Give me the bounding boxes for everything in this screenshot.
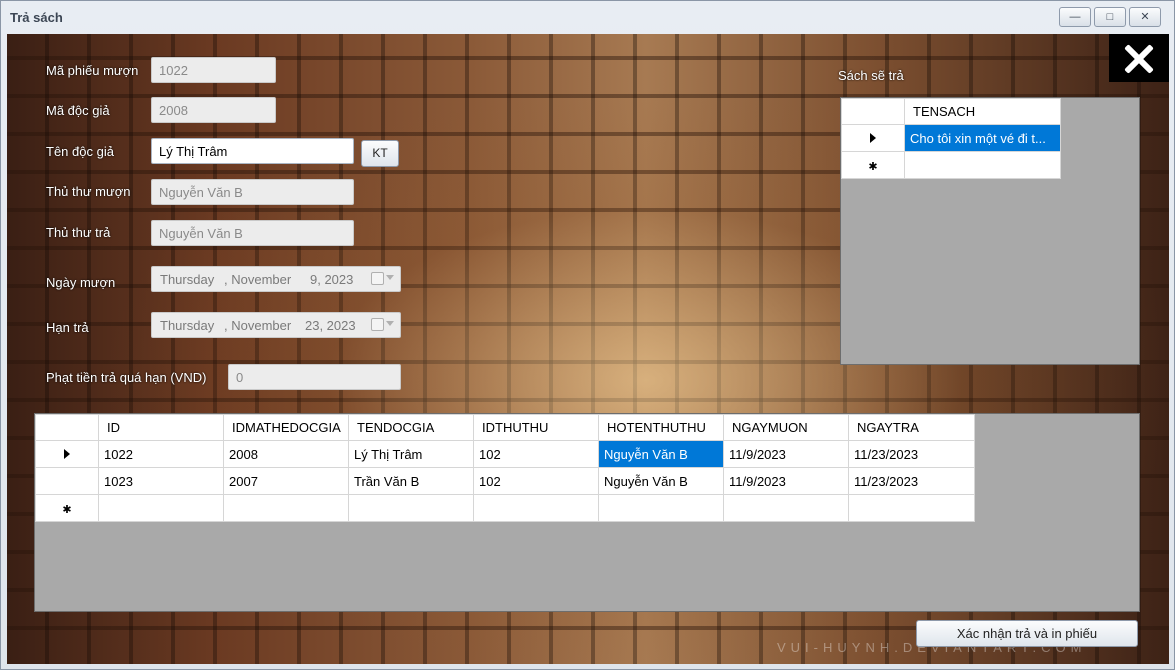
- empty-cell[interactable]: [98, 494, 224, 522]
- kt-button[interactable]: KT: [361, 140, 399, 167]
- ngay-muon-day-year: 9, 2023: [310, 272, 354, 287]
- column-header-ngaytra[interactable]: NGAYTRA: [848, 414, 975, 441]
- table-cell[interactable]: Nguyễn Văn B: [598, 467, 724, 495]
- column-header-hotenthuthu[interactable]: HOTENTHUTHU: [598, 414, 724, 441]
- empty-cell[interactable]: [848, 494, 975, 522]
- table-cell[interactable]: 2007: [223, 467, 349, 495]
- book-title-cell[interactable]: Cho tôi xin một vé đi t...: [904, 124, 1061, 152]
- table-cell[interactable]: 11/9/2023: [723, 467, 849, 495]
- empty-cell[interactable]: [904, 151, 1061, 179]
- row-selector[interactable]: [35, 467, 99, 495]
- close-window-button[interactable]: ✕: [1129, 7, 1161, 27]
- row-header-corner: [841, 98, 905, 125]
- calendar-dropdown-icon[interactable]: [371, 318, 397, 332]
- thu-thu-muon-field[interactable]: Nguyễn Văn B: [151, 179, 354, 205]
- column-header-tensach[interactable]: TENSACH: [904, 98, 1061, 125]
- empty-cell[interactable]: [473, 494, 599, 522]
- maximize-icon: □: [1106, 11, 1114, 23]
- table-cell[interactable]: 11/23/2023: [848, 467, 975, 495]
- row-selector[interactable]: [35, 440, 99, 468]
- column-header-idmathedocgia[interactable]: IDMATHEDOCGIA: [223, 414, 349, 441]
- ngay-muon-datepicker[interactable]: Thursday , November 9, 2023: [151, 266, 401, 292]
- han-tra-weekday: Thursday: [160, 318, 215, 333]
- phat-tien-field[interactable]: 0: [228, 364, 401, 390]
- table-cell-selected[interactable]: Nguyễn Văn B: [598, 440, 724, 468]
- table-row[interactable]: 1023 2007 Trần Văn B 102 Nguyễn Văn B 11…: [35, 467, 975, 495]
- table-cell[interactable]: 1022: [98, 440, 224, 468]
- current-row-arrow-icon: [870, 132, 876, 143]
- close-icon: ✕: [1140, 11, 1150, 23]
- han-tra-datepicker[interactable]: Thursday , November 23, 2023: [151, 312, 401, 338]
- tra-sach-window: Trả sách — □ ✕ Mã phiếu mượn 1022 Mã độc…: [0, 0, 1175, 670]
- table-cell[interactable]: 102: [473, 440, 599, 468]
- table-cell[interactable]: 2008: [223, 440, 349, 468]
- close-x-icon[interactable]: [1109, 34, 1169, 82]
- table-cell[interactable]: 1023: [98, 467, 224, 495]
- table-row[interactable]: 1022 2008 Lý Thị Trâm 102 Nguyễn Văn B 1…: [35, 440, 975, 468]
- table-cell[interactable]: Lý Thị Trâm: [348, 440, 474, 468]
- han-tra-label: Hạn trả: [46, 320, 89, 335]
- column-header-idthuthu[interactable]: IDTHUTHU: [473, 414, 599, 441]
- thu-thu-tra-field[interactable]: Nguyễn Văn B: [151, 220, 354, 246]
- empty-cell[interactable]: [598, 494, 724, 522]
- ma-doc-gia-label: Mã độc giả: [46, 103, 110, 118]
- thu-thu-tra-label: Thủ thư trả: [46, 225, 111, 240]
- table-cell[interactable]: 11/23/2023: [848, 440, 975, 468]
- table-cell[interactable]: 102: [473, 467, 599, 495]
- ngay-muon-month: , November: [224, 272, 292, 287]
- thu-thu-muon-label: Thủ thư mượn: [46, 184, 131, 199]
- table-row[interactable]: Cho tôi xin một vé đi t...: [841, 124, 1061, 152]
- ten-doc-gia-input[interactable]: Lý Thị Trâm: [151, 138, 354, 164]
- minimize-button[interactable]: —: [1059, 7, 1091, 27]
- table-cell[interactable]: Trần Văn B: [348, 467, 474, 495]
- title-bar: Trả sách — □ ✕: [1, 1, 1174, 33]
- empty-cell[interactable]: [223, 494, 349, 522]
- column-header-id[interactable]: ID: [98, 414, 224, 441]
- minimize-icon: —: [1069, 11, 1081, 23]
- calendar-dropdown-icon[interactable]: [371, 272, 397, 286]
- current-row-arrow-icon: [64, 448, 70, 459]
- window-title: Trả sách: [10, 10, 63, 25]
- row-header-corner: [35, 414, 99, 441]
- form-body: Mã phiếu mượn 1022 Mã độc giả 2008 Tên đ…: [7, 34, 1169, 664]
- ma-doc-gia-field[interactable]: 2008: [151, 97, 276, 123]
- empty-cell[interactable]: [348, 494, 474, 522]
- maximize-button[interactable]: □: [1094, 7, 1126, 27]
- ngay-muon-label: Ngày mượn: [46, 275, 116, 290]
- column-header-ngaymuon[interactable]: NGAYMUON: [723, 414, 849, 441]
- new-row-star-icon: ✱: [868, 160, 878, 173]
- sach-se-tra-label: Sách sẽ trả: [838, 68, 904, 83]
- empty-cell[interactable]: [723, 494, 849, 522]
- row-selector[interactable]: [841, 124, 905, 152]
- loans-grid[interactable]: ID IDMATHEDOCGIA TENDOCGIA IDTHUTHU HOTE…: [34, 413, 1140, 612]
- column-header-tendocgia[interactable]: TENDOCGIA: [348, 414, 474, 441]
- new-row-star-icon: ✱: [62, 503, 72, 516]
- phat-tien-label: Phạt tiền trả quá hạn (VND): [46, 370, 207, 385]
- new-row-selector[interactable]: ✱: [35, 494, 99, 522]
- han-tra-day-year: 23, 2023: [305, 318, 356, 333]
- new-row[interactable]: ✱: [841, 151, 1061, 179]
- new-row[interactable]: ✱: [35, 494, 975, 522]
- books-grid[interactable]: TENSACH Cho tôi xin một vé đi t... ✱: [840, 97, 1140, 365]
- table-cell[interactable]: 11/9/2023: [723, 440, 849, 468]
- ten-doc-gia-label: Tên độc giả: [46, 144, 114, 159]
- ma-phieu-muon-label: Mã phiếu mượn: [46, 63, 139, 78]
- han-tra-month: , November: [224, 318, 292, 333]
- ngay-muon-weekday: Thursday: [160, 272, 215, 287]
- new-row-selector[interactable]: ✱: [841, 151, 905, 179]
- confirm-return-print-button[interactable]: Xác nhận trả và in phiếu: [916, 620, 1138, 647]
- ma-phieu-muon-field[interactable]: 1022: [151, 57, 276, 83]
